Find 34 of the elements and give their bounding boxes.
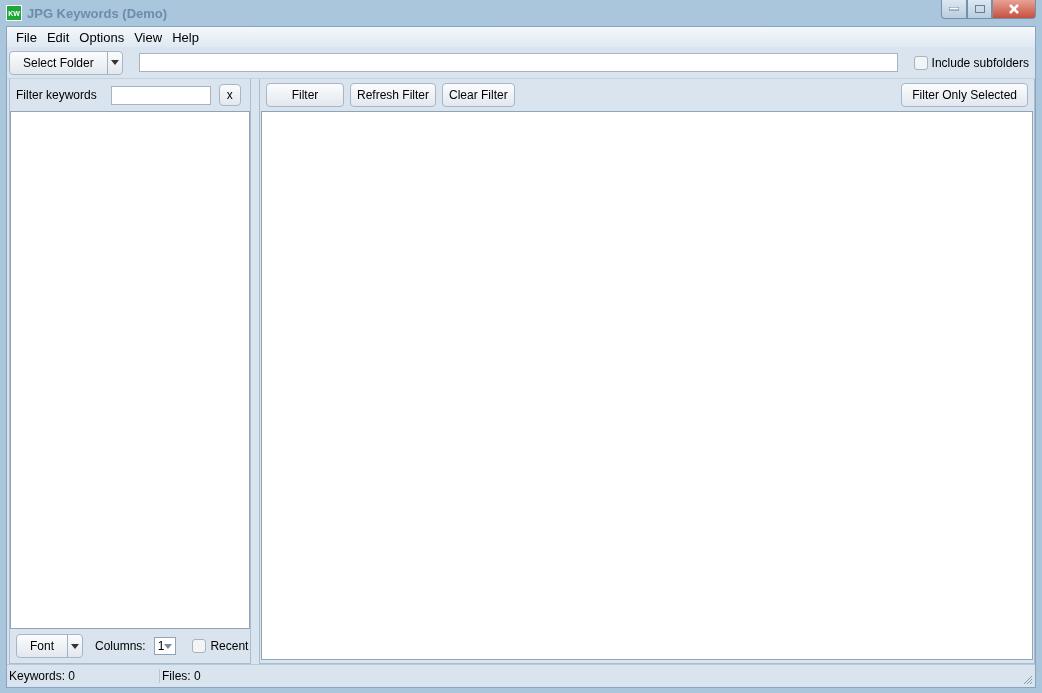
menu-item[interactable]: File: [11, 29, 42, 45]
minimize-icon: [949, 7, 959, 11]
include-subfolders-checkbox[interactable]: [913, 55, 928, 70]
caret-icon: [71, 643, 79, 649]
status-text: Files: 0: [161, 669, 202, 683]
menu-item[interactable]: Edit: [41, 29, 75, 45]
filter-keywords-label: Filter keywords: [16, 88, 97, 102]
include-subfolders-label: Include subfolders: [931, 55, 1029, 70]
menu-item[interactable]: View: [129, 29, 168, 45]
maximize-button[interactable]: [967, 0, 992, 19]
caret-icon: [110, 60, 119, 65]
caret-icon: [164, 643, 173, 649]
filter-toolbar-button[interactable]: Clear Filter: [442, 83, 515, 107]
recent-label: Recent: [210, 639, 249, 653]
maximize-icon: [974, 5, 985, 13]
close-icon: [1008, 4, 1020, 14]
columns-dropdown[interactable]: 1: [153, 637, 177, 655]
minimize-button[interactable]: [941, 0, 967, 19]
folder-path-field[interactable]: [138, 53, 898, 72]
filter-keywords-field[interactable]: [110, 85, 211, 105]
filter-toolbar-button[interactable]: Refresh Filter: [350, 83, 437, 107]
filter-only-selected-button[interactable]: Filter Only Selected: [901, 83, 1028, 107]
font-button[interactable]: Font: [16, 634, 83, 658]
close-button[interactable]: [992, 0, 1036, 19]
recent-checkbox[interactable]: [192, 639, 207, 653]
menu-item[interactable]: Help: [167, 29, 204, 45]
clear-keywords-button[interactable]: x: [218, 84, 241, 106]
columns-label: Columns:: [95, 639, 146, 653]
window-title: JPG Keywords (Demo): [27, 5, 168, 21]
status-text: Keywords: 0: [7, 669, 160, 683]
resize-grip-icon[interactable]: [1023, 675, 1033, 685]
filter-toolbar-button[interactable]: Filter: [266, 83, 344, 107]
menu-item[interactable]: Options: [74, 29, 130, 45]
select-folder-button[interactable]: Select Folder: [9, 50, 123, 75]
